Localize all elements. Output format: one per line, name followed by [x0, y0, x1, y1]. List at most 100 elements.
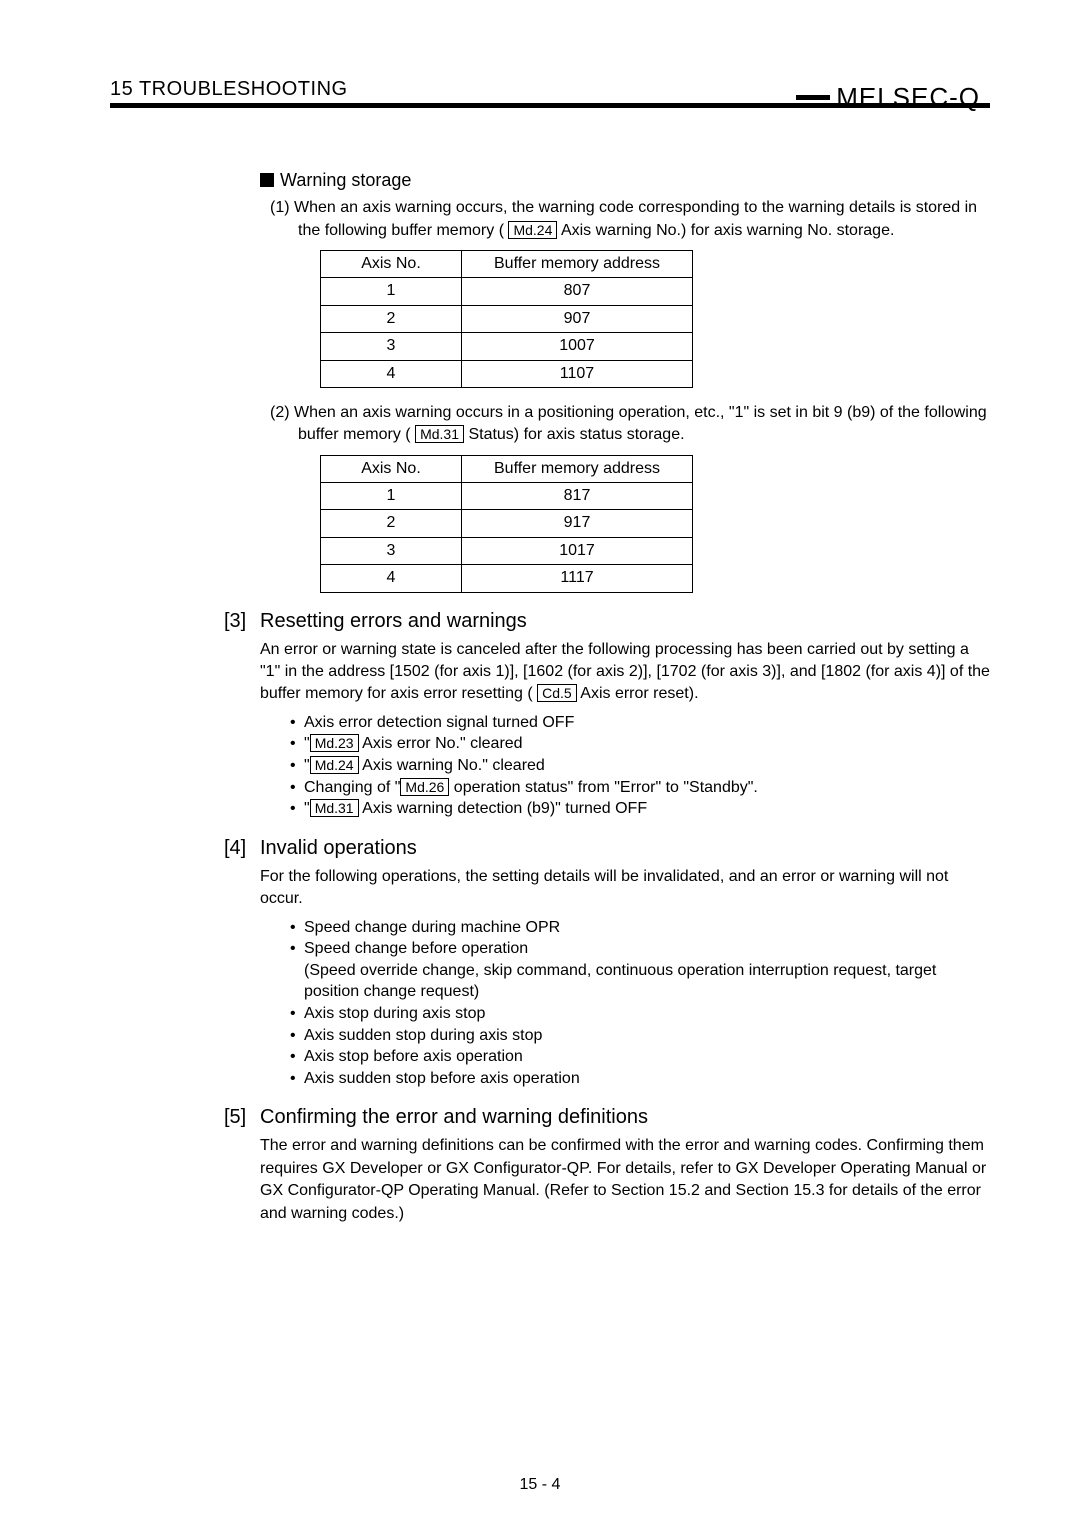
- md24-code: Md.24: [310, 756, 359, 774]
- section-4-list: •Speed change during machine OPR •Speed …: [290, 917, 990, 1090]
- table-row: 2917: [321, 510, 693, 537]
- item1-num: (1): [270, 199, 290, 216]
- sec3-post: Axis error reset).: [577, 685, 699, 702]
- th-axis: Axis No.: [321, 455, 462, 482]
- bullet-dot-icon: •: [290, 777, 304, 799]
- section-3-heading: [3] Resetting errors and warnings: [260, 607, 990, 635]
- section-4-title: Invalid operations: [260, 834, 417, 862]
- list-item: •Speed change during machine OPR: [290, 917, 990, 939]
- list-item: •Changing of "Md.26 operation status" fr…: [290, 777, 990, 799]
- md23-code: Md.23: [310, 734, 359, 752]
- brand-name: MELSEC-Q: [796, 82, 990, 113]
- list-text: Changing of "Md.26 operation status" fro…: [304, 777, 990, 799]
- table-header-row: Axis No. Buffer memory address: [321, 250, 693, 277]
- list-item: •"Md.31 Axis warning detection (b9)" tur…: [290, 798, 990, 820]
- table-row: 1817: [321, 483, 693, 510]
- item2-code: Md.31: [415, 425, 464, 443]
- md31-code: Md.31: [310, 799, 359, 817]
- list-text: Axis sudden stop during axis stop: [304, 1025, 990, 1047]
- bullet-dot-icon: •: [290, 733, 304, 755]
- section-3-list: •Axis error detection signal turned OFF …: [290, 712, 990, 820]
- list-text: Axis error detection signal turned OFF: [304, 712, 990, 734]
- list-text: "Md.31 Axis warning detection (b9)" turn…: [304, 798, 990, 820]
- b5-post: Axis warning detection (b9)" turned OFF: [359, 800, 647, 817]
- section-5-heading: [5] Confirming the error and warning def…: [260, 1103, 990, 1131]
- b3-post: Axis warning No." cleared: [359, 757, 545, 774]
- list-item: •"Md.23 Axis error No." cleared: [290, 733, 990, 755]
- bullet-dot-icon: •: [290, 917, 304, 939]
- section-3-num: [3]: [224, 607, 260, 635]
- th-axis: Axis No.: [321, 250, 462, 277]
- list-text: (Speed override change, skip command, co…: [304, 960, 990, 1003]
- list-item: •Axis sudden stop during axis stop: [290, 1025, 990, 1047]
- table-2: Axis No. Buffer memory address 1817 2917…: [320, 455, 693, 593]
- cell: 2: [321, 305, 462, 332]
- chapter-title: 15 TROUBLESHOOTING: [110, 78, 348, 101]
- warning-item-2: (2) When an axis warning occurs in a pos…: [270, 402, 990, 593]
- list-text: "Md.24 Axis warning No." cleared: [304, 755, 990, 777]
- item1-post: Axis warning No.) for axis warning No. s…: [557, 222, 894, 239]
- section-4-body: For the following operations, the settin…: [260, 866, 990, 911]
- cell: 1: [321, 483, 462, 510]
- b4-pre: Changing of ": [304, 779, 400, 796]
- cell: 2: [321, 510, 462, 537]
- cell: 3: [321, 333, 462, 360]
- b4-post: operation status" from "Error" to "Stand…: [449, 779, 758, 796]
- b2-post: Axis error No." cleared: [359, 735, 523, 752]
- item2-post: Status) for axis status storage.: [464, 426, 685, 443]
- page-header: 15 TROUBLESHOOTING MELSEC-Q: [110, 70, 990, 108]
- table-row: 41107: [321, 360, 693, 387]
- page: 15 TROUBLESHOOTING MELSEC-Q Warning stor…: [0, 0, 1080, 1528]
- cell: 1017: [462, 537, 693, 564]
- bullet-dot-icon: •: [290, 1003, 304, 1025]
- cell: 807: [462, 278, 693, 305]
- list-item: (Speed override change, skip command, co…: [290, 960, 990, 1003]
- list-text: Axis stop before axis operation: [304, 1046, 990, 1068]
- list-item: •Axis stop during axis stop: [290, 1003, 990, 1025]
- cell: 917: [462, 510, 693, 537]
- list-item: •"Md.24 Axis warning No." cleared: [290, 755, 990, 777]
- list-text: "Md.23 Axis error No." cleared: [304, 733, 990, 755]
- warning-storage-title: Warning storage: [280, 170, 411, 190]
- table-row: 31007: [321, 333, 693, 360]
- list-item: •Speed change before operation: [290, 938, 990, 960]
- list-text: Speed change during machine OPR: [304, 917, 990, 939]
- cell: 817: [462, 483, 693, 510]
- section-5-body: The error and warning definitions can be…: [260, 1135, 990, 1225]
- bullet-dot-icon: •: [290, 1025, 304, 1047]
- section-3-title: Resetting errors and warnings: [260, 607, 527, 635]
- sec3-code: Cd.5: [537, 684, 577, 702]
- bullet-dot-icon: •: [290, 755, 304, 777]
- cell: 907: [462, 305, 693, 332]
- page-number: 15 - 4: [0, 1476, 1080, 1494]
- cell: 1117: [462, 565, 693, 592]
- bullet-dot-icon: •: [290, 798, 304, 820]
- cell: 3: [321, 537, 462, 564]
- bullet-dot-icon: •: [290, 712, 304, 734]
- warning-item-1: (1) When an axis warning occurs, the war…: [270, 197, 990, 388]
- th-addr: Buffer memory address: [462, 455, 693, 482]
- cell: 4: [321, 360, 462, 387]
- section-5-num: [5]: [224, 1103, 260, 1131]
- md26-code: Md.26: [400, 778, 449, 796]
- cell: 1107: [462, 360, 693, 387]
- table-1: Axis No. Buffer memory address 1807 2907…: [320, 250, 693, 388]
- list-text: Axis stop during axis stop: [304, 1003, 990, 1025]
- item2-num: (2): [270, 404, 290, 421]
- square-bullet-icon: [260, 173, 274, 187]
- cell: 1: [321, 278, 462, 305]
- section-3-body: An error or warning state is canceled af…: [260, 639, 990, 706]
- table-row: 41117: [321, 565, 693, 592]
- bullet-dot-icon: •: [290, 1046, 304, 1068]
- table-row: 31017: [321, 537, 693, 564]
- list-item: •Axis sudden stop before axis operation: [290, 1068, 990, 1090]
- list-item: •Axis error detection signal turned OFF: [290, 712, 990, 734]
- table-row: 1807: [321, 278, 693, 305]
- th-addr: Buffer memory address: [462, 250, 693, 277]
- warning-storage-heading: Warning storage: [260, 168, 990, 193]
- table-row: 2907: [321, 305, 693, 332]
- cell: 4: [321, 565, 462, 592]
- section-5-title: Confirming the error and warning definit…: [260, 1103, 648, 1131]
- section-4-heading: [4] Invalid operations: [260, 834, 990, 862]
- table-header-row: Axis No. Buffer memory address: [321, 455, 693, 482]
